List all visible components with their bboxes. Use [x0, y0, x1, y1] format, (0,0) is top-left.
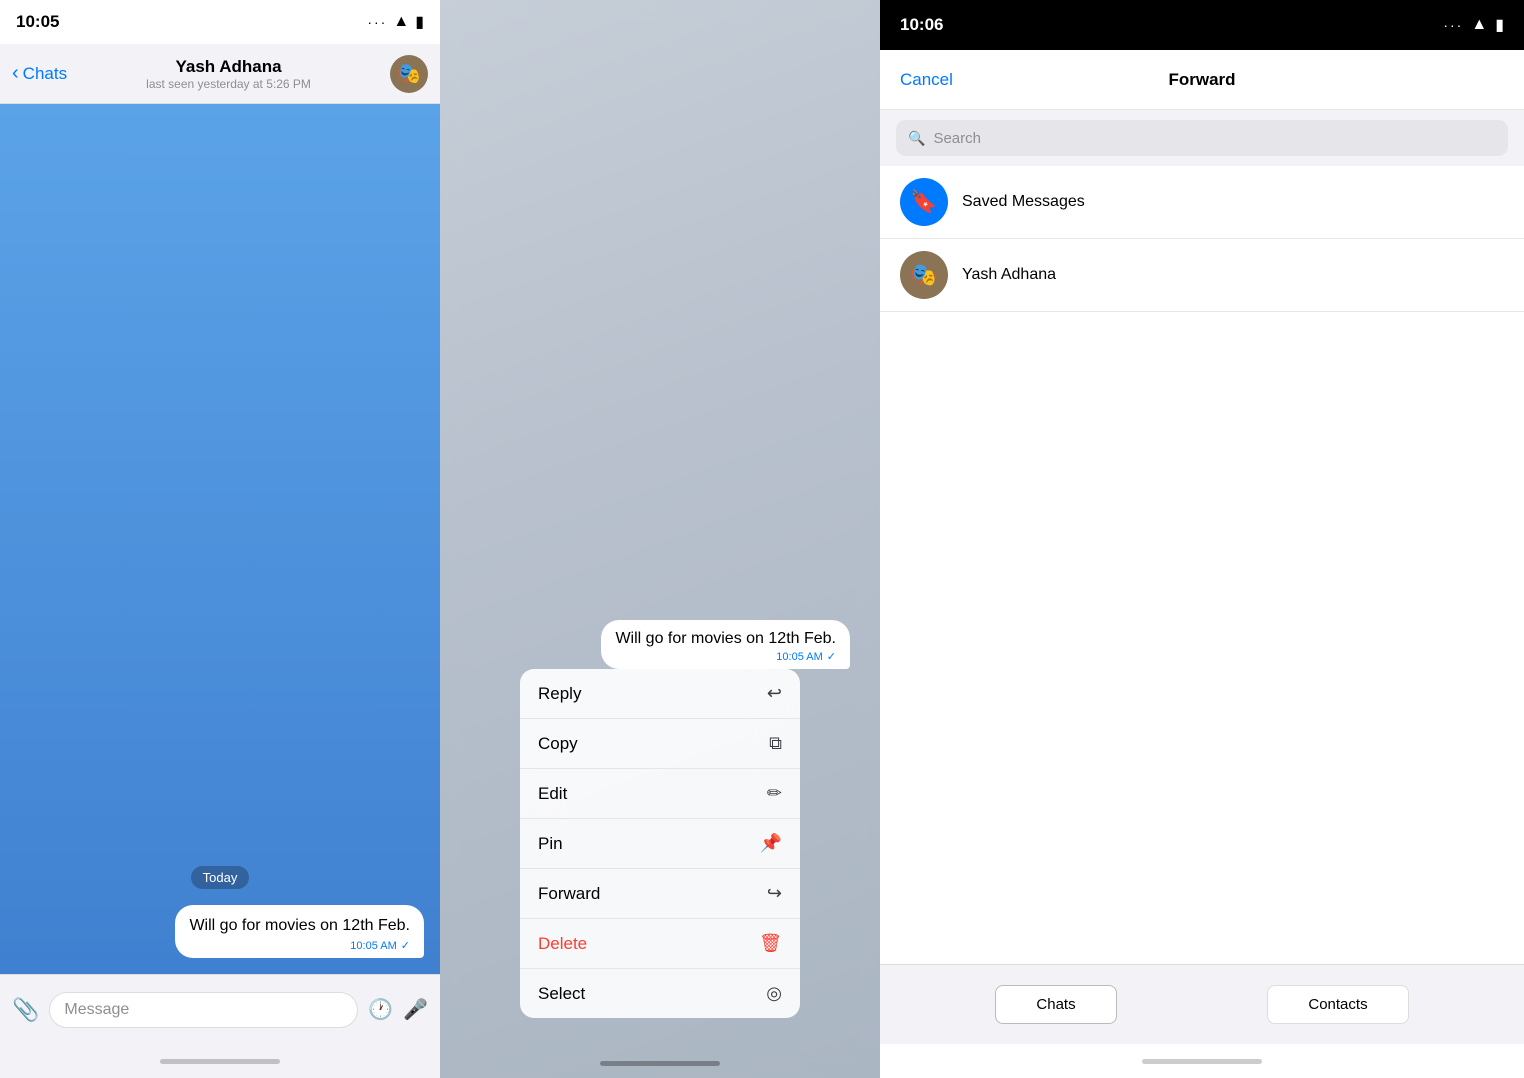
status-bar: 10:05 ··· ▲ ▮	[0, 0, 440, 44]
message-text: Will go for movies on 12th Feb.	[189, 915, 410, 937]
chats-tab[interactable]: Chats	[995, 985, 1116, 1024]
nav-bar: ‹ Chats Yash Adhana last seen yesterday …	[0, 44, 440, 104]
preview-text: Will go for movies on 12th Feb.	[615, 630, 836, 648]
signal-fwd-icon: ···	[1443, 17, 1463, 33]
status-time: 10:05	[16, 12, 59, 32]
context-select[interactable]: Select ◎	[520, 969, 800, 1018]
preview-meta: 10:05 AM ✓	[615, 650, 836, 663]
user-avatar: 🎭	[900, 251, 948, 299]
select-label: Select	[538, 984, 585, 1004]
wifi-fwd-icon: ▲	[1471, 16, 1487, 34]
cancel-button[interactable]: Cancel	[900, 70, 953, 90]
message-input[interactable]: Message	[49, 992, 358, 1028]
preview-check-icon: ✓	[827, 650, 836, 663]
bookmark-icon: 🔖	[910, 189, 937, 215]
back-label: Chats	[23, 64, 67, 84]
chat-area: Today Will go for movies on 12th Feb. 10…	[0, 104, 440, 974]
contacts-list: 🔖 Saved Messages 🎭 Yash Adhana	[880, 166, 1524, 964]
preview-time: 10:05 AM	[776, 651, 822, 663]
context-content: Will go for movies on 12th Feb. 10:05 AM…	[440, 0, 880, 1078]
read-check-icon: ✓	[401, 939, 410, 952]
contact-status: last seen yesterday at 5:26 PM	[146, 77, 311, 91]
yash-adhana-name: Yash Adhana	[962, 266, 1056, 284]
edit-label: Edit	[538, 784, 567, 804]
nav-center: Yash Adhana last seen yesterday at 5:26 …	[67, 57, 390, 91]
user-avatar-icon: 🎭	[910, 262, 937, 288]
input-bar: 📎 Message 🕐 🎤	[0, 974, 440, 1044]
status-icons: ··· ▲ ▮	[367, 12, 424, 32]
saved-messages-avatar: 🔖	[900, 178, 948, 226]
sticker-icon[interactable]: 🕐	[368, 997, 393, 1022]
delete-icon: 🗑	[759, 933, 782, 954]
pin-icon: 📌	[760, 833, 782, 854]
context-copy[interactable]: Copy ⧉	[520, 719, 800, 769]
home-bar-fwd	[880, 1044, 1524, 1078]
context-reply[interactable]: Reply ↩	[520, 669, 800, 719]
home-bar-context	[600, 1061, 720, 1066]
home-indicator	[160, 1059, 280, 1064]
battery-icon: ▮	[415, 12, 424, 32]
mic-icon[interactable]: 🎤	[403, 997, 428, 1022]
copy-label: Copy	[538, 734, 578, 754]
battery-fwd-icon: ▮	[1495, 15, 1504, 35]
select-icon: ◎	[766, 983, 782, 1004]
contact-name: Yash Adhana	[175, 57, 281, 77]
wifi-icon: ▲	[393, 13, 409, 31]
context-delete[interactable]: Delete 🗑	[520, 919, 800, 969]
input-icons: 🕐 🎤	[368, 997, 428, 1022]
back-button[interactable]: ‹ Chats	[12, 62, 67, 85]
context-forward[interactable]: Forward ↪	[520, 869, 800, 919]
forward-panel: 10:06 ··· ▲ ▮ Cancel Forward 🔍 Search 🔖 …	[880, 0, 1524, 1078]
input-placeholder: Message	[64, 1001, 129, 1019]
date-badge: Today	[191, 866, 250, 889]
signal-icon: ···	[367, 14, 387, 30]
forward-icon: ↪	[767, 883, 782, 904]
context-menu: Reply ↩ Copy ⧉ Edit ✏ Pin 📌 Forward ↪ De…	[520, 669, 800, 1018]
search-placeholder: Search	[933, 130, 981, 147]
forward-header: Cancel Forward	[880, 50, 1524, 110]
delete-label: Delete	[538, 934, 587, 954]
edit-icon: ✏	[767, 783, 782, 804]
context-edit[interactable]: Edit ✏	[520, 769, 800, 819]
forward-title: Forward	[1168, 70, 1235, 90]
bottom-tabs: Chats Contacts	[880, 964, 1524, 1044]
saved-messages-name: Saved Messages	[962, 193, 1085, 211]
search-icon: 🔍	[908, 130, 925, 147]
bubble-meta: 10:05 AM ✓	[189, 939, 410, 952]
copy-icon: ⧉	[769, 733, 782, 754]
contacts-tab[interactable]: Contacts	[1267, 985, 1408, 1024]
home-bar	[0, 1044, 440, 1078]
status-bar-fwd: 10:06 ··· ▲ ▮	[880, 0, 1524, 50]
contact-yash-adhana[interactable]: 🎭 Yash Adhana	[880, 239, 1524, 312]
contact-saved-messages[interactable]: 🔖 Saved Messages	[880, 166, 1524, 239]
avatar[interactable]: 🎭	[390, 55, 428, 93]
reply-icon: ↩	[767, 683, 782, 704]
status-time-fwd: 10:06	[900, 15, 943, 35]
home-indicator-fwd	[1142, 1059, 1262, 1064]
message-preview: Will go for movies on 12th Feb. 10:05 AM…	[601, 620, 850, 669]
status-icons-fwd: ··· ▲ ▮	[1443, 15, 1504, 35]
attachment-icon[interactable]: 📎	[12, 997, 39, 1023]
search-bar: 🔍 Search	[880, 110, 1524, 166]
back-chevron-icon: ‹	[12, 62, 19, 85]
search-input[interactable]: 🔍 Search	[896, 120, 1508, 156]
message-time: 10:05 AM	[350, 940, 396, 952]
context-pin[interactable]: Pin 📌	[520, 819, 800, 869]
message-bubble[interactable]: Will go for movies on 12th Feb. 10:05 AM…	[175, 905, 424, 958]
chat-panel: 10:05 ··· ▲ ▮ ‹ Chats Yash Adhana last s…	[0, 0, 440, 1078]
context-panel: Will go for movies on 12th Feb. 10:05 AM…	[440, 0, 880, 1078]
forward-label: Forward	[538, 884, 600, 904]
pin-label: Pin	[538, 834, 563, 854]
reply-label: Reply	[538, 684, 581, 704]
home-indicator-context	[600, 1061, 720, 1066]
